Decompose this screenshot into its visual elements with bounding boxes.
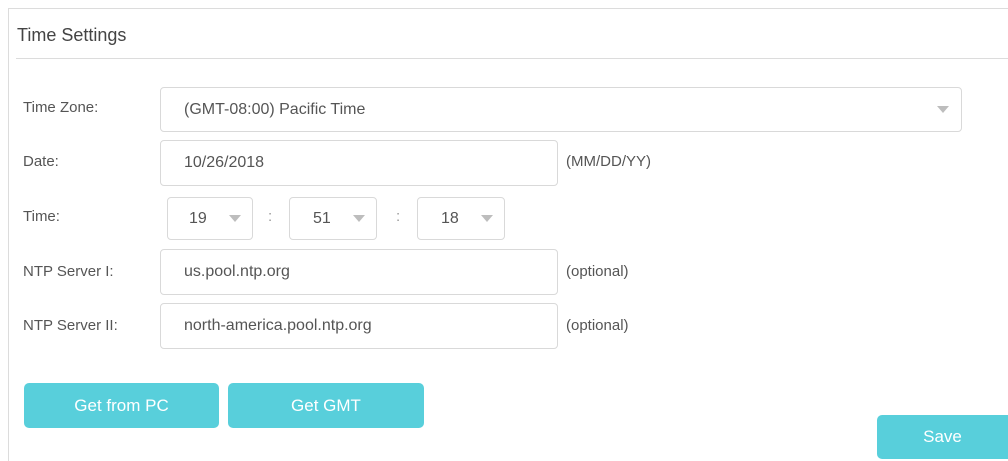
- time-separator: :: [396, 208, 401, 225]
- time-zone-value: (GMT-08:00) Pacific Time: [184, 100, 366, 118]
- get-from-pc-button[interactable]: Get from PC: [24, 383, 219, 428]
- save-label: Save: [923, 427, 962, 446]
- get-from-pc-label: Get from PC: [74, 395, 169, 415]
- chevron-down-icon: [353, 215, 365, 222]
- time-label: Time:: [23, 208, 60, 225]
- section-title: Time Settings: [17, 25, 127, 45]
- ntp-server-1-value: us.pool.ntp.org: [184, 263, 290, 280]
- time-zone-label: Time Zone:: [23, 99, 99, 116]
- date-format-hint: (MM/DD/YY): [566, 153, 651, 170]
- title-divider: [16, 58, 1008, 59]
- date-value: 10/26/2018: [184, 154, 265, 171]
- time-zone-select[interactable]: (GMT-08:00) Pacific Time: [160, 87, 962, 132]
- ntp-server-1-hint: (optional): [566, 263, 629, 280]
- save-button[interactable]: Save: [877, 415, 1008, 459]
- minute-select[interactable]: 51: [289, 197, 377, 240]
- chevron-down-icon: [481, 215, 493, 222]
- ntp-server-2-hint: (optional): [566, 317, 629, 334]
- chevron-down-icon: [229, 215, 241, 222]
- get-gmt-button[interactable]: Get GMT: [228, 383, 424, 428]
- ntp-server-2-label: NTP Server II:: [23, 317, 118, 334]
- date-field[interactable]: 10/26/2018: [160, 140, 558, 186]
- minute-value: 51: [313, 209, 331, 227]
- ntp-server-2-field[interactable]: north-america.pool.ntp.org: [160, 303, 558, 349]
- second-select[interactable]: 18: [417, 197, 505, 240]
- get-gmt-label: Get GMT: [291, 395, 361, 415]
- second-value: 18: [441, 209, 459, 227]
- hour-select[interactable]: 19: [167, 197, 253, 240]
- date-label: Date:: [23, 153, 59, 170]
- time-separator: :: [268, 208, 273, 225]
- chevron-down-icon: [937, 106, 949, 113]
- ntp-server-1-field[interactable]: us.pool.ntp.org: [160, 249, 558, 295]
- hour-value: 19: [189, 209, 207, 227]
- ntp-server-1-label: NTP Server I:: [23, 263, 114, 280]
- ntp-server-2-value: north-america.pool.ntp.org: [184, 317, 372, 334]
